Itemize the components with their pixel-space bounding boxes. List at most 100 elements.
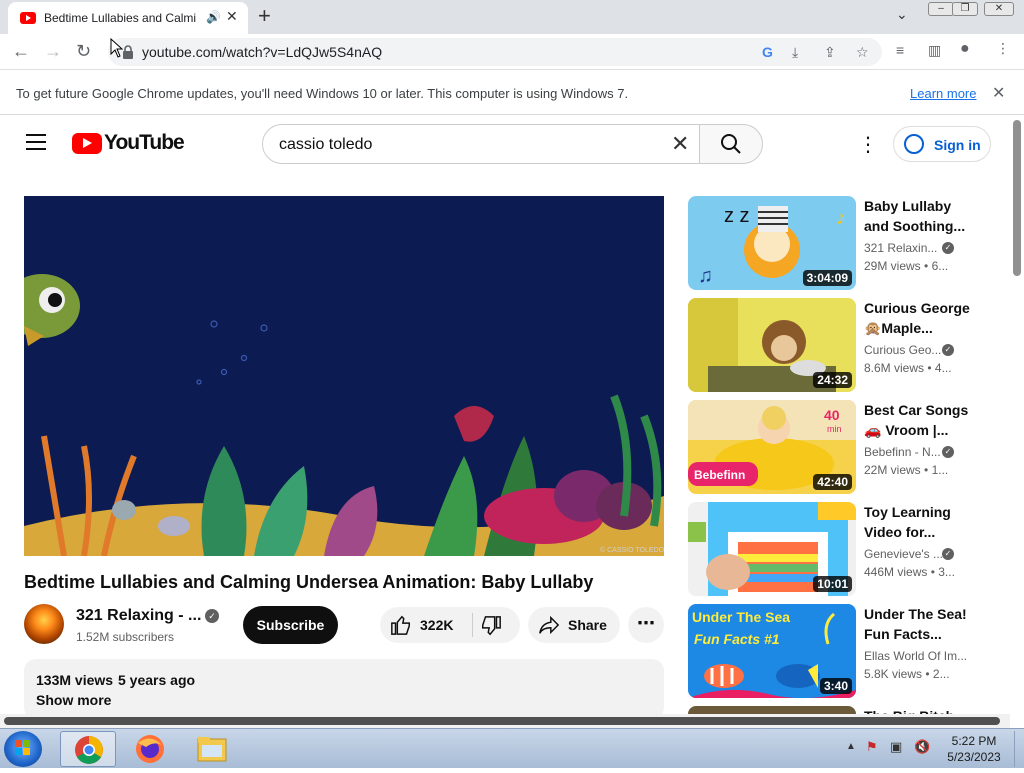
- infobar-message: To get future Google Chrome updates, you…: [16, 86, 629, 101]
- share-page-icon[interactable]: ⇪: [824, 44, 836, 61]
- more-horizontal-icon: ⋯: [637, 613, 655, 633]
- recommendation-views: 8.6M views • 4...: [864, 361, 952, 375]
- sign-in-button[interactable]: Sign in: [893, 126, 991, 162]
- youtube-logo-icon[interactable]: [72, 133, 102, 154]
- recommendation-title[interactable]: Toy Learning Video for...: [864, 502, 974, 542]
- forward-arrow-icon[interactable]: →: [44, 41, 62, 61]
- minimize-window-button[interactable]: –: [928, 2, 954, 16]
- verified-check-icon: ✓: [942, 446, 954, 458]
- tab-close-icon[interactable]: ✕: [226, 8, 238, 25]
- install-app-icon[interactable]: ⤓: [792, 44, 798, 61]
- browser-toolbar: ← → ↻ youtube.com/watch?v=LdQJw5S4nAQ G …: [0, 34, 1024, 70]
- windows-start-button[interactable]: [4, 731, 42, 767]
- recommendation-thumbnail[interactable]: Under The Sea Fun Facts #1 3:40: [688, 604, 856, 698]
- like-dislike-group: 322K: [380, 607, 520, 643]
- recommendation-thumbnail[interactable]: 10:01: [688, 502, 856, 596]
- browser-tab[interactable]: Bedtime Lullabies and Calmi 🔊 ✕: [8, 2, 248, 34]
- svg-text:z z: z z: [724, 205, 750, 227]
- folder-icon: [197, 737, 227, 762]
- google-translate-icon[interactable]: G: [762, 44, 773, 60]
- hamburger-menu-icon[interactable]: [26, 134, 46, 150]
- chrome-menu-icon[interactable]: ⋮: [996, 40, 1010, 57]
- svg-text:♪: ♪: [836, 207, 846, 229]
- search-input[interactable]: cassio toledo ✕: [262, 124, 700, 164]
- system-clock[interactable]: 5:22 PM 5/23/2023: [942, 733, 1006, 765]
- settings-more-icon[interactable]: ⋮: [858, 132, 878, 157]
- taskbar-firefox-button[interactable]: [122, 731, 178, 767]
- close-window-button[interactable]: ✕: [984, 2, 1014, 16]
- restore-window-button[interactable]: ❐: [952, 2, 978, 16]
- recommendation-thumbnail[interactable]: z z ♪ ♫ 3:04:09: [688, 196, 856, 290]
- channel-avatar[interactable]: [24, 604, 64, 644]
- video-duration: 10:01: [813, 576, 852, 592]
- video-duration: 24:32: [813, 372, 852, 388]
- recommendation-item[interactable]: Under The Sea Fun Facts #1 3:40 Under The…: [688, 604, 988, 700]
- more-actions-button[interactable]: ⋯: [628, 607, 664, 643]
- media-control-icon[interactable]: ≡: [896, 42, 904, 58]
- tab-title: Bedtime Lullabies and Calmi: [44, 11, 197, 25]
- search-query[interactable]: cassio toledo: [279, 136, 372, 154]
- page-horizontal-scrollbar[interactable]: [0, 714, 1010, 728]
- infobar-close-icon[interactable]: ✕: [992, 83, 1005, 103]
- learn-more-link[interactable]: Learn more: [910, 86, 976, 101]
- bookmark-star-icon[interactable]: ☆: [856, 44, 869, 61]
- recommendation-title[interactable]: Best Car Songs 🚗 Vroom |...: [864, 400, 974, 440]
- svg-text:min: min: [827, 424, 842, 434]
- view-count: 133M views: [36, 672, 114, 688]
- account-icon: [904, 134, 924, 154]
- audio-playing-icon[interactable]: 🔊: [206, 10, 221, 24]
- thumbs-up-icon[interactable]: [390, 614, 412, 636]
- taskbar-chrome-button[interactable]: [60, 731, 116, 767]
- search-button[interactable]: [699, 124, 763, 164]
- action-center-flag-icon[interactable]: ⚑: [866, 739, 878, 755]
- recommendation-item[interactable]: 40 min Bebefinn 42:40 Best Car Songs 🚗 Vro…: [688, 400, 988, 496]
- recommendation-thumbnail[interactable]: 40 min Bebefinn 42:40: [688, 400, 856, 494]
- recommendation-title[interactable]: Under The Sea! Fun Facts...: [864, 604, 974, 644]
- vertical-scroll-thumb[interactable]: [1013, 120, 1021, 276]
- subscribe-button[interactable]: Subscribe: [243, 606, 338, 644]
- address-bar[interactable]: youtube.com/watch?v=LdQJw5S4nAQ G ⤓ ⇪ ☆: [108, 38, 882, 66]
- profile-avatar-icon[interactable]: ●: [960, 40, 970, 58]
- youtube-logo-text[interactable]: YouTube: [104, 131, 185, 155]
- clear-search-icon[interactable]: ✕: [671, 131, 689, 157]
- update-infobar: To get future Google Chrome updates, you…: [0, 71, 1024, 115]
- recommendation-item[interactable]: 10:01 Toy Learning Video for... Geneviev…: [688, 502, 988, 598]
- svg-text:Bebefinn: Bebefinn: [694, 468, 745, 482]
- show-hidden-icons-arrow-icon[interactable]: ▲: [846, 741, 856, 752]
- network-icon[interactable]: ▣: [890, 739, 902, 755]
- taskbar-file-explorer-button[interactable]: [184, 731, 240, 767]
- show-more-link[interactable]: Show more: [36, 692, 111, 708]
- tab-search-chevron-icon[interactable]: ⌄: [896, 6, 908, 23]
- recommendation-channel[interactable]: Ellas World Of Im...: [864, 649, 974, 663]
- svg-text:Under The Sea: Under The Sea: [692, 609, 790, 625]
- page-vertical-scrollbar[interactable]: [1010, 116, 1024, 728]
- chrome-icon: [75, 736, 103, 764]
- recommendation-thumbnail[interactable]: 24:32: [688, 298, 856, 392]
- new-tab-button[interactable]: +: [258, 4, 271, 28]
- recommendation-title[interactable]: Curious George 🙊Maple...: [864, 298, 974, 338]
- like-count[interactable]: 322K: [420, 617, 453, 633]
- subscriber-count: 1.52M subscribers: [76, 630, 175, 644]
- show-desktop-button[interactable]: [1014, 731, 1024, 767]
- clock-time: 5:22 PM: [951, 734, 997, 748]
- channel-name[interactable]: 321 Relaxing - ...: [76, 607, 201, 625]
- video-player[interactable]: © CASSIO TOLEDO: [24, 196, 664, 556]
- volume-muted-icon[interactable]: 🔇: [914, 739, 930, 755]
- share-button[interactable]: Share: [528, 607, 620, 643]
- reload-icon[interactable]: ↻: [76, 41, 91, 61]
- url-text[interactable]: youtube.com/watch?v=LdQJw5S4nAQ: [142, 44, 382, 60]
- thumbs-down-icon[interactable]: [480, 615, 502, 637]
- recommendation-item[interactable]: z z ♪ ♫ 3:04:09 Baby Lullaby and Soothing.…: [688, 196, 988, 292]
- svg-text:♫: ♫: [698, 265, 713, 287]
- side-panel-icon[interactable]: ▥: [928, 42, 941, 59]
- firefox-icon: [136, 735, 164, 763]
- verified-check-icon: ✓: [942, 548, 954, 560]
- horizontal-scroll-thumb[interactable]: [4, 717, 1000, 725]
- verified-check-icon: ✓: [205, 609, 219, 623]
- description-box[interactable]: 133M views 5 years ago Show more: [24, 659, 664, 719]
- recommendation-title[interactable]: Baby Lullaby and Soothing...: [864, 196, 974, 236]
- search-icon: [721, 134, 741, 154]
- windows-logo-icon: [15, 740, 30, 755]
- recommendation-item[interactable]: 24:32 Curious George 🙊Maple... Curious G…: [688, 298, 988, 394]
- back-arrow-icon[interactable]: ←: [12, 41, 30, 61]
